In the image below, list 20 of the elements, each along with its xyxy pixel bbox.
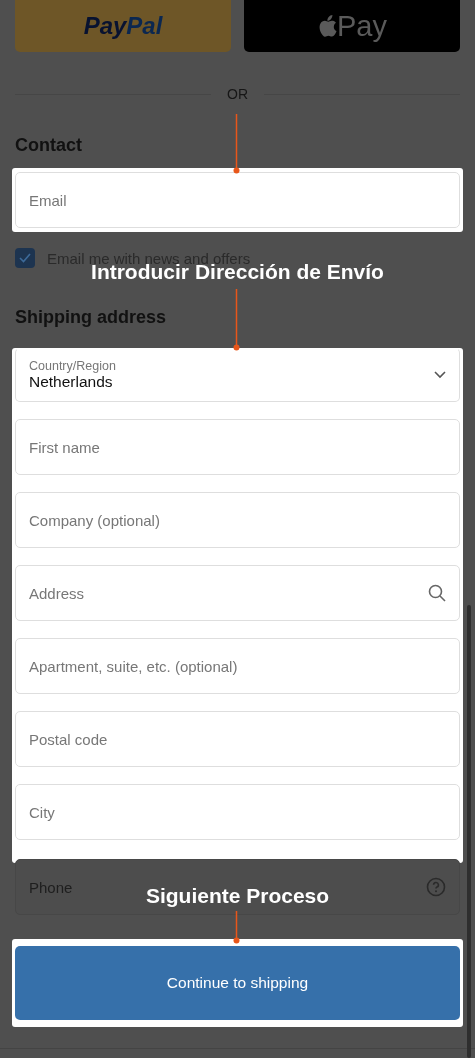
- leader-line: [233, 289, 240, 351]
- field-value: Netherlands: [29, 373, 114, 391]
- annotation-text: Siguiente Proceso: [145, 884, 330, 908]
- scrollbar[interactable]: [467, 605, 471, 1058]
- leader-line: [233, 911, 240, 944]
- checkbox[interactable]: [15, 248, 35, 268]
- help-icon[interactable]: [426, 877, 446, 897]
- checkmark-icon: [19, 253, 31, 263]
- field-label: Country/Region: [29, 359, 117, 373]
- paypal-button[interactable]: PayPal: [15, 0, 231, 52]
- section-heading: Shipping address: [15, 307, 168, 328]
- leader-line: [233, 114, 240, 174]
- apple-pay-button[interactable]: Pay: [244, 0, 460, 52]
- divider-label: OR: [227, 86, 248, 102]
- continue-button[interactable]: Continue to shipping: [15, 946, 460, 1020]
- search-icon: [428, 584, 446, 602]
- chevron-down-icon: [434, 371, 446, 379]
- country-select[interactable]: Country/Region Netherlands: [15, 348, 460, 402]
- section-heading: Contact: [15, 135, 83, 156]
- apple-icon: [317, 14, 337, 38]
